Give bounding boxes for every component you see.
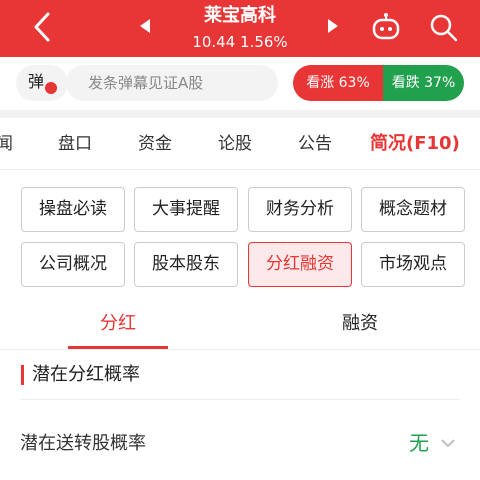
stock-price-change: 10.44 1.56% [192,33,288,51]
tab-news[interactable]: 闻 [0,118,13,170]
tab-announcements[interactable]: 公告 [298,118,332,170]
section-marker [21,365,24,385]
tab-discussion[interactable]: 论股 [218,118,252,170]
bullish-button[interactable]: 看涨 63% [293,65,383,101]
robot-icon[interactable] [369,12,403,42]
main-tabs: 闻 盘口 资金 论股 公告 简况(F10) [0,118,480,170]
section-title: 潜在分红概率 [32,364,140,385]
grid-item-must-read[interactable]: 操盘必读 [21,187,125,232]
grid-item-events[interactable]: 大事提醒 [134,187,238,232]
grid-item-concepts[interactable]: 概念题材 [361,187,465,232]
tab-orderbook[interactable]: 盘口 [58,118,92,170]
divider [0,349,480,350]
next-arrow-icon[interactable] [325,17,341,35]
danmu-bar: 弹 发条弹幕见证A股 看涨 63% 看跌 37% [0,57,480,110]
bearish-button[interactable]: 看跌 37% [383,65,464,101]
tab-f10-profile[interactable]: 简况(F10) [370,118,460,170]
subtab-financing[interactable]: 融资 [310,300,410,348]
grid-item-shareholders[interactable]: 股本股东 [134,242,238,287]
back-icon[interactable] [22,10,62,44]
grid-item-financial[interactable]: 财务分析 [248,187,352,232]
danmu-toggle[interactable]: 弹 [16,65,68,101]
row-label: 潜在送转股概率 [20,433,146,454]
row-value[interactable]: 无 [409,429,429,457]
divider [20,399,460,400]
grid-item-company[interactable]: 公司概况 [21,242,125,287]
grid-item-dividend-financing[interactable]: 分红融资 [248,242,352,287]
check-icon [45,82,57,94]
search-icon[interactable] [428,12,460,44]
chevron-down-icon[interactable] [440,436,456,450]
tab-funds[interactable]: 资金 [138,118,172,170]
subtab-dividend[interactable]: 分红 [68,300,168,348]
stock-name: 莱宝高科 [204,5,276,26]
danmu-toggle-label: 弹 [28,72,45,91]
stock-header: 莱宝高科 10.44 1.56% [0,0,480,57]
grid-item-market-views[interactable]: 市场观点 [361,242,465,287]
danmu-input[interactable]: 发条弹幕见证A股 [66,65,278,101]
divider [0,110,480,118]
